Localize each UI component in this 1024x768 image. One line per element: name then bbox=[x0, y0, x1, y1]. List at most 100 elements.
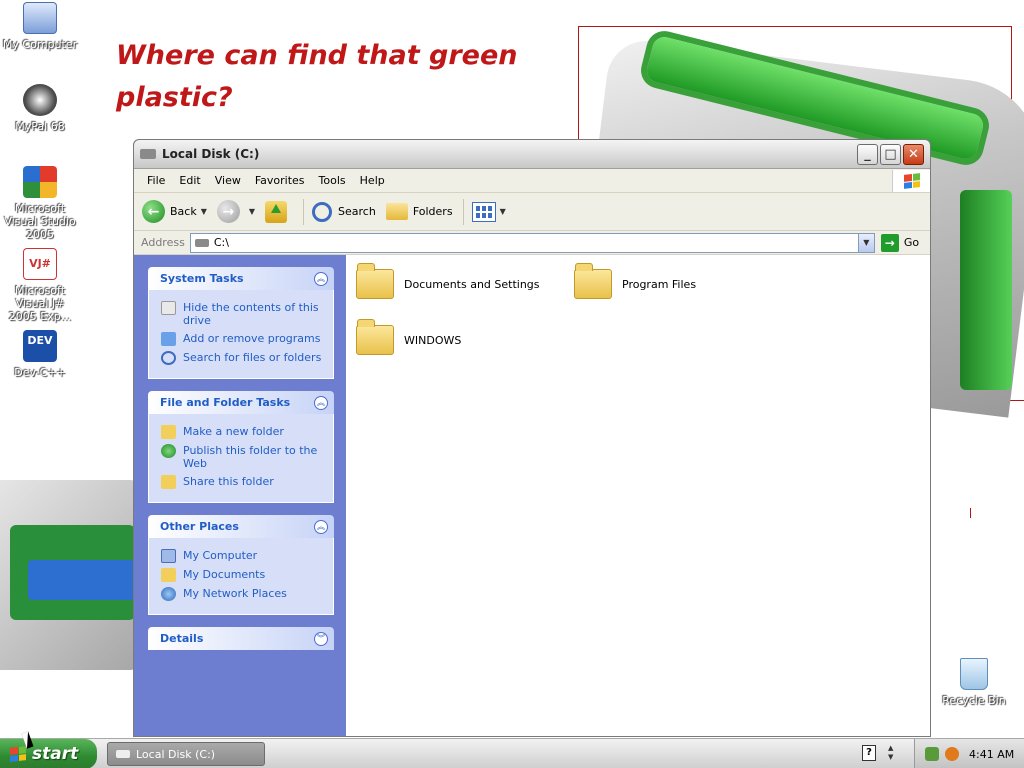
desktop-icon-dev-cpp[interactable]: DEV Dev-C++ bbox=[0, 330, 80, 379]
drive-icon bbox=[116, 750, 130, 758]
folder-name: WINDOWS bbox=[404, 333, 462, 347]
forward-dropdown-icon[interactable]: ▼ bbox=[249, 207, 255, 216]
chevron-down-icon[interactable]: ︾ bbox=[314, 631, 328, 646]
task-add-remove-programs[interactable]: Add or remove programs bbox=[161, 332, 323, 346]
tray-network-icon[interactable] bbox=[925, 747, 939, 761]
explorer-window: Local Disk (C:) _ □ ✕ File Edit View Fav… bbox=[133, 139, 931, 737]
back-dropdown-icon[interactable]: ▼ bbox=[201, 207, 207, 216]
panel-title: Other Places bbox=[160, 520, 239, 533]
window-content: System Tasks ︽ Hide the contents of this… bbox=[134, 255, 930, 736]
taskbar-item-local-disk[interactable]: Local Disk (C:) bbox=[107, 742, 265, 766]
system-tray: 4:41 AM bbox=[914, 739, 1024, 768]
desktop-icon-visual-studio[interactable]: Microsoft Visual Studio 2005 bbox=[0, 166, 80, 241]
address-input[interactable]: C:\ ▼ bbox=[189, 232, 875, 253]
desktop-icon-label: My Computer bbox=[2, 38, 78, 51]
hide-contents-icon bbox=[161, 301, 176, 315]
clock[interactable]: 4:41 AM bbox=[969, 748, 1014, 761]
panel-title: File and Folder Tasks bbox=[160, 396, 291, 409]
menu-help[interactable]: Help bbox=[353, 174, 392, 187]
back-button[interactable]: ← Back ▼ bbox=[142, 200, 207, 223]
menu-tools[interactable]: Tools bbox=[312, 174, 353, 187]
mypal-icon bbox=[23, 84, 57, 116]
panel-header[interactable]: Details ︾ bbox=[148, 627, 334, 650]
desktop-icon-label: Microsoft Visual Studio 2005 bbox=[4, 202, 76, 241]
new-folder-icon bbox=[161, 425, 176, 439]
menu-favorites[interactable]: Favorites bbox=[248, 174, 312, 187]
chevron-up-icon[interactable]: ︽ bbox=[314, 271, 328, 286]
my-documents-icon bbox=[161, 568, 176, 582]
address-label: Address bbox=[141, 236, 185, 249]
place-my-documents[interactable]: My Documents bbox=[161, 568, 323, 582]
panel-header[interactable]: System Tasks ︽ bbox=[148, 267, 334, 290]
forward-button[interactable]: → ▼ bbox=[216, 200, 255, 223]
desktop-icon-recycle-bin[interactable]: Recycle Bin bbox=[934, 658, 1014, 707]
tray-scroll-icon[interactable]: ▲ ▼ bbox=[888, 744, 893, 762]
menu-file[interactable]: File bbox=[140, 174, 172, 187]
desktop-icon-visual-jsharp[interactable]: VJ# Microsoft Visual J# 2005 Exp... bbox=[0, 248, 80, 323]
task-label: Share this folder bbox=[183, 475, 274, 488]
address-value: C:\ bbox=[213, 236, 229, 249]
task-publish-web[interactable]: Publish this folder to the Web bbox=[161, 444, 323, 470]
start-button[interactable]: start bbox=[0, 739, 97, 768]
maximize-button[interactable]: □ bbox=[880, 143, 901, 165]
folder-icon bbox=[574, 263, 612, 299]
usb-port-insert-wallpaper bbox=[28, 560, 136, 600]
maximize-icon: □ bbox=[884, 146, 897, 162]
chevron-up-icon[interactable]: ︽ bbox=[314, 395, 328, 410]
task-hide-contents[interactable]: Hide the contents of this drive bbox=[161, 301, 323, 327]
search-button[interactable]: Search bbox=[312, 201, 376, 222]
folders-button[interactable]: Folders bbox=[385, 203, 453, 220]
windows-logo bbox=[892, 169, 930, 192]
toolbar: ← Back ▼ → ▼ Search Folders ▼ bbox=[134, 193, 930, 231]
windows-flag-icon bbox=[10, 746, 26, 762]
my-computer-icon bbox=[161, 549, 176, 563]
panel-header[interactable]: File and Folder Tasks ︽ bbox=[148, 391, 334, 414]
task-new-folder[interactable]: Make a new folder bbox=[161, 425, 323, 439]
task-label: Make a new folder bbox=[183, 425, 284, 438]
panel-header[interactable]: Other Places ︽ bbox=[148, 515, 334, 538]
up-button[interactable] bbox=[265, 200, 293, 223]
chevron-up-icon[interactable]: ︽ bbox=[314, 519, 328, 534]
folder-name: Program Files bbox=[622, 277, 697, 291]
desktop-icon-my-computer[interactable]: My Computer bbox=[0, 2, 80, 51]
panel-other-places: Other Places ︽ My Computer My Documents … bbox=[148, 515, 334, 615]
task-share-folder[interactable]: Share this folder bbox=[161, 475, 323, 489]
task-search[interactable]: Search for files or folders bbox=[161, 351, 323, 365]
drive-icon bbox=[140, 149, 156, 159]
views-dropdown-icon[interactable]: ▼ bbox=[500, 207, 506, 216]
taskbar-item-label: Local Disk (C:) bbox=[136, 747, 216, 761]
views-button[interactable]: ▼ bbox=[471, 201, 506, 222]
back-arrow-icon: ← bbox=[142, 200, 165, 223]
folder-documents-and-settings[interactable]: Documents and Settings bbox=[356, 263, 540, 299]
up-folder-icon bbox=[265, 200, 288, 223]
toolbar-separator bbox=[303, 198, 305, 225]
window-titlebar[interactable]: Local Disk (C:) _ □ ✕ bbox=[134, 140, 930, 169]
file-list: Documents and Settings Program Files WIN… bbox=[346, 255, 930, 736]
task-pane: System Tasks ︽ Hide the contents of this… bbox=[134, 255, 346, 736]
panel-title: Details bbox=[160, 632, 204, 645]
place-label: My Documents bbox=[183, 568, 266, 581]
minimize-button[interactable]: _ bbox=[857, 143, 878, 165]
close-button[interactable]: ✕ bbox=[903, 143, 924, 165]
tray-search-icon[interactable] bbox=[945, 747, 959, 761]
place-network[interactable]: My Network Places bbox=[161, 587, 323, 601]
windows-flag-icon bbox=[903, 172, 920, 189]
go-label: Go bbox=[903, 236, 920, 249]
address-dropdown-icon[interactable]: ▼ bbox=[857, 233, 874, 252]
help-icon[interactable]: ? bbox=[862, 745, 876, 761]
visual-jsharp-icon: VJ# bbox=[23, 248, 57, 280]
menu-edit[interactable]: Edit bbox=[172, 174, 207, 187]
folder-windows[interactable]: WINDOWS bbox=[356, 319, 462, 355]
desktop-icon-mypal[interactable]: MyPal 68 bbox=[0, 84, 80, 133]
panel-details: Details ︾ bbox=[148, 627, 334, 650]
my-computer-icon bbox=[23, 2, 57, 34]
menu-view[interactable]: View bbox=[208, 174, 248, 187]
folder-icon bbox=[356, 263, 394, 299]
place-my-computer[interactable]: My Computer bbox=[161, 549, 323, 563]
go-button[interactable]: → Go bbox=[880, 233, 920, 252]
folder-program-files[interactable]: Program Files bbox=[574, 263, 697, 299]
panel-body: My Computer My Documents My Network Plac… bbox=[148, 538, 334, 615]
taskbar: start Local Disk (C:) ? ▲ ▼ 4:41 AM bbox=[0, 738, 1024, 768]
dev-cpp-icon: DEV bbox=[23, 330, 57, 362]
panel-title: System Tasks bbox=[160, 272, 244, 285]
